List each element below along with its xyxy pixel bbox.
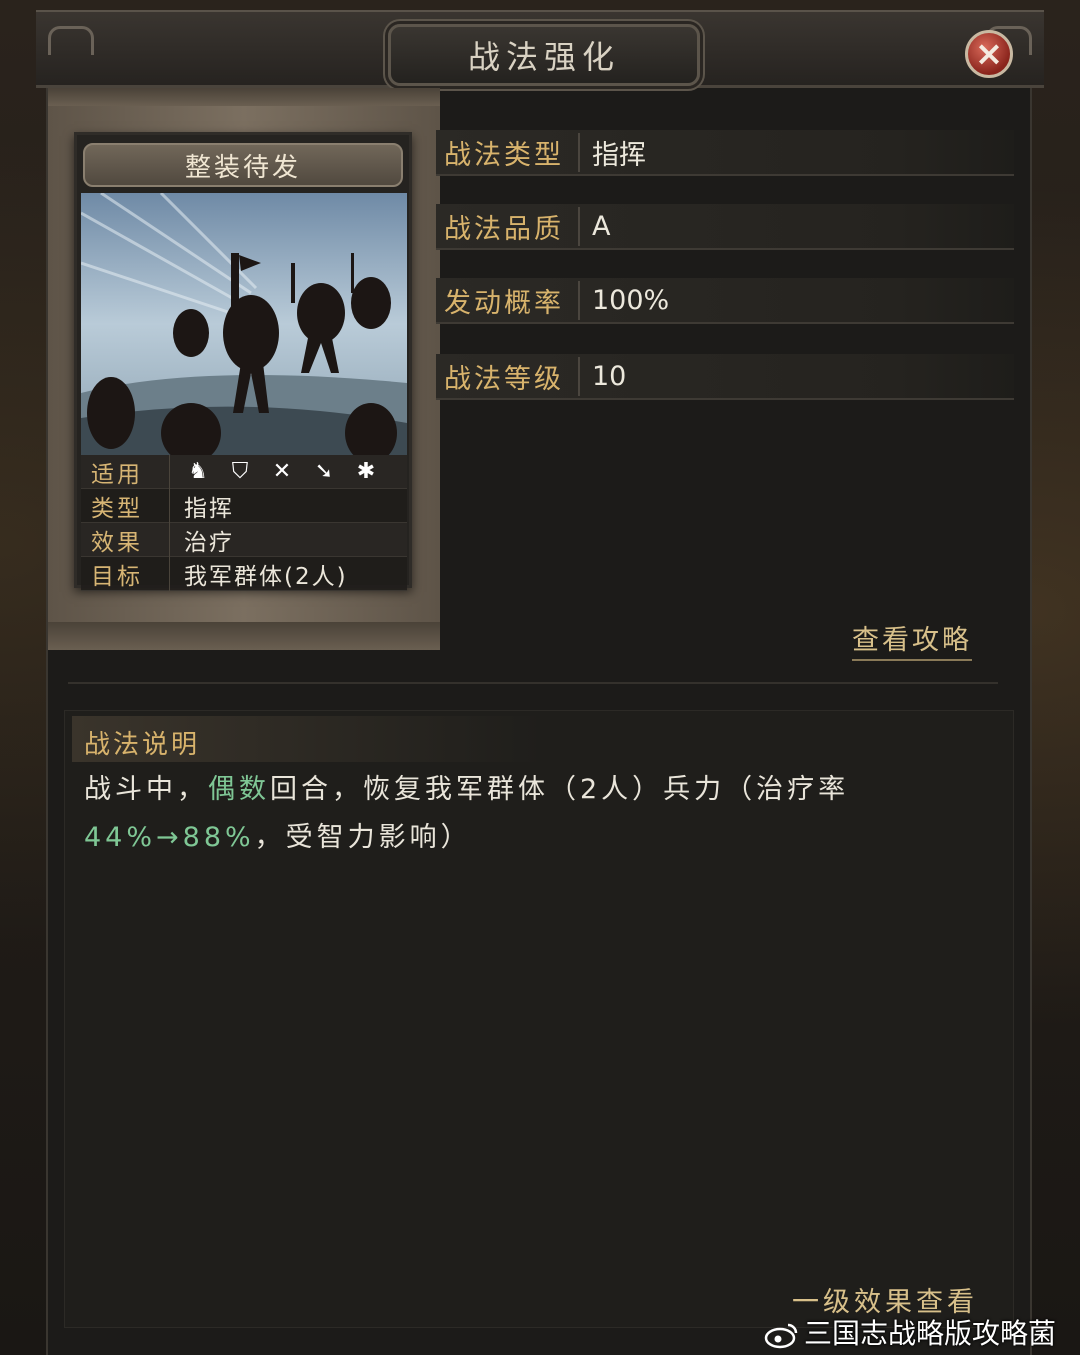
info-label: 发动概率 <box>436 280 580 320</box>
card-stat-type: 类型 指挥 <box>81 488 407 523</box>
bow-icon: ✕ <box>272 459 292 484</box>
stat-value: 治疗 <box>184 529 234 556</box>
scroll-rod-top <box>48 88 440 106</box>
scroll-rod-bottom <box>48 622 440 650</box>
stat-value: 我军群体(2人) <box>184 563 348 590</box>
info-value: 指挥 <box>592 139 646 171</box>
card-stat-effect: 效果 治疗 <box>81 522 407 557</box>
watermark-text: 三国志战略版攻略菌 <box>804 1317 1057 1350</box>
stat-value: 指挥 <box>184 495 234 522</box>
window-title: 战法强化 <box>388 24 700 86</box>
stat-label: 效果 <box>81 522 170 557</box>
watermark: 三国志战略版攻略菌 <box>764 1312 1056 1352</box>
weibo-icon <box>764 1323 798 1349</box>
shield-icon: ⛉ <box>231 459 249 484</box>
view-guide-link[interactable]: 查看攻略 <box>852 618 972 661</box>
description-header: 战法说明 <box>84 730 201 760</box>
ornament-left <box>48 26 94 55</box>
skill-name: 整装待发 <box>83 143 403 187</box>
stat-label: 适用 <box>81 454 170 489</box>
section-divider <box>68 682 998 684</box>
close-button[interactable]: × <box>965 30 1013 78</box>
desc-highlight: 44%→88% <box>84 822 255 853</box>
info-value: 100% <box>592 284 670 316</box>
desc-part: ，受智力影响） <box>254 822 472 853</box>
card-stats: 适用 ♞ ⛉ ✕ ➘ ✱ 类型 指挥 效果 治疗 目标 我军群体(2人) <box>81 454 407 591</box>
skill-card: 整装待发 适用 ♞ ⛉ ✕ ➘ ✱ 类型 指挥 效果 治疗 目标 我军群体(2人… <box>74 132 412 591</box>
info-label: 战法等级 <box>436 356 580 396</box>
info-row-level: 战法等级 10 <box>436 354 1014 400</box>
cavalry-icon: ♞ <box>188 459 208 484</box>
card-stat-target: 目标 我军群体(2人) <box>81 556 407 591</box>
info-label: 战法品质 <box>436 206 580 246</box>
description-text: 战斗中，偶数回合，恢复我军群体（2人）兵力（治疗率 44%→88%，受智力影响） <box>84 766 984 862</box>
spear-icon: ➘ <box>314 459 334 484</box>
wheel-icon: ✱ <box>356 459 376 484</box>
unit-icons: ♞ ⛉ ✕ ➘ ✱ <box>170 458 380 486</box>
info-value: 10 <box>592 360 627 392</box>
card-stat-applicable: 适用 ♞ ⛉ ✕ ➘ ✱ <box>81 454 407 489</box>
info-row-type: 战法类型 指挥 <box>436 130 1014 176</box>
close-icon: × <box>974 34 1004 74</box>
info-value: A <box>592 210 611 242</box>
desc-part: 回合，恢复我军群体（2人）兵力（治疗率 <box>270 774 850 805</box>
stat-label: 目标 <box>81 556 170 591</box>
info-row-rate: 发动概率 100% <box>436 278 1014 324</box>
stat-label: 类型 <box>81 488 170 523</box>
info-row-quality: 战法品质 A <box>436 204 1014 250</box>
desc-highlight: 偶数 <box>208 774 270 805</box>
desc-part: 战斗中， <box>84 774 208 805</box>
info-label: 战法类型 <box>436 132 580 172</box>
skill-artwork <box>81 193 407 455</box>
